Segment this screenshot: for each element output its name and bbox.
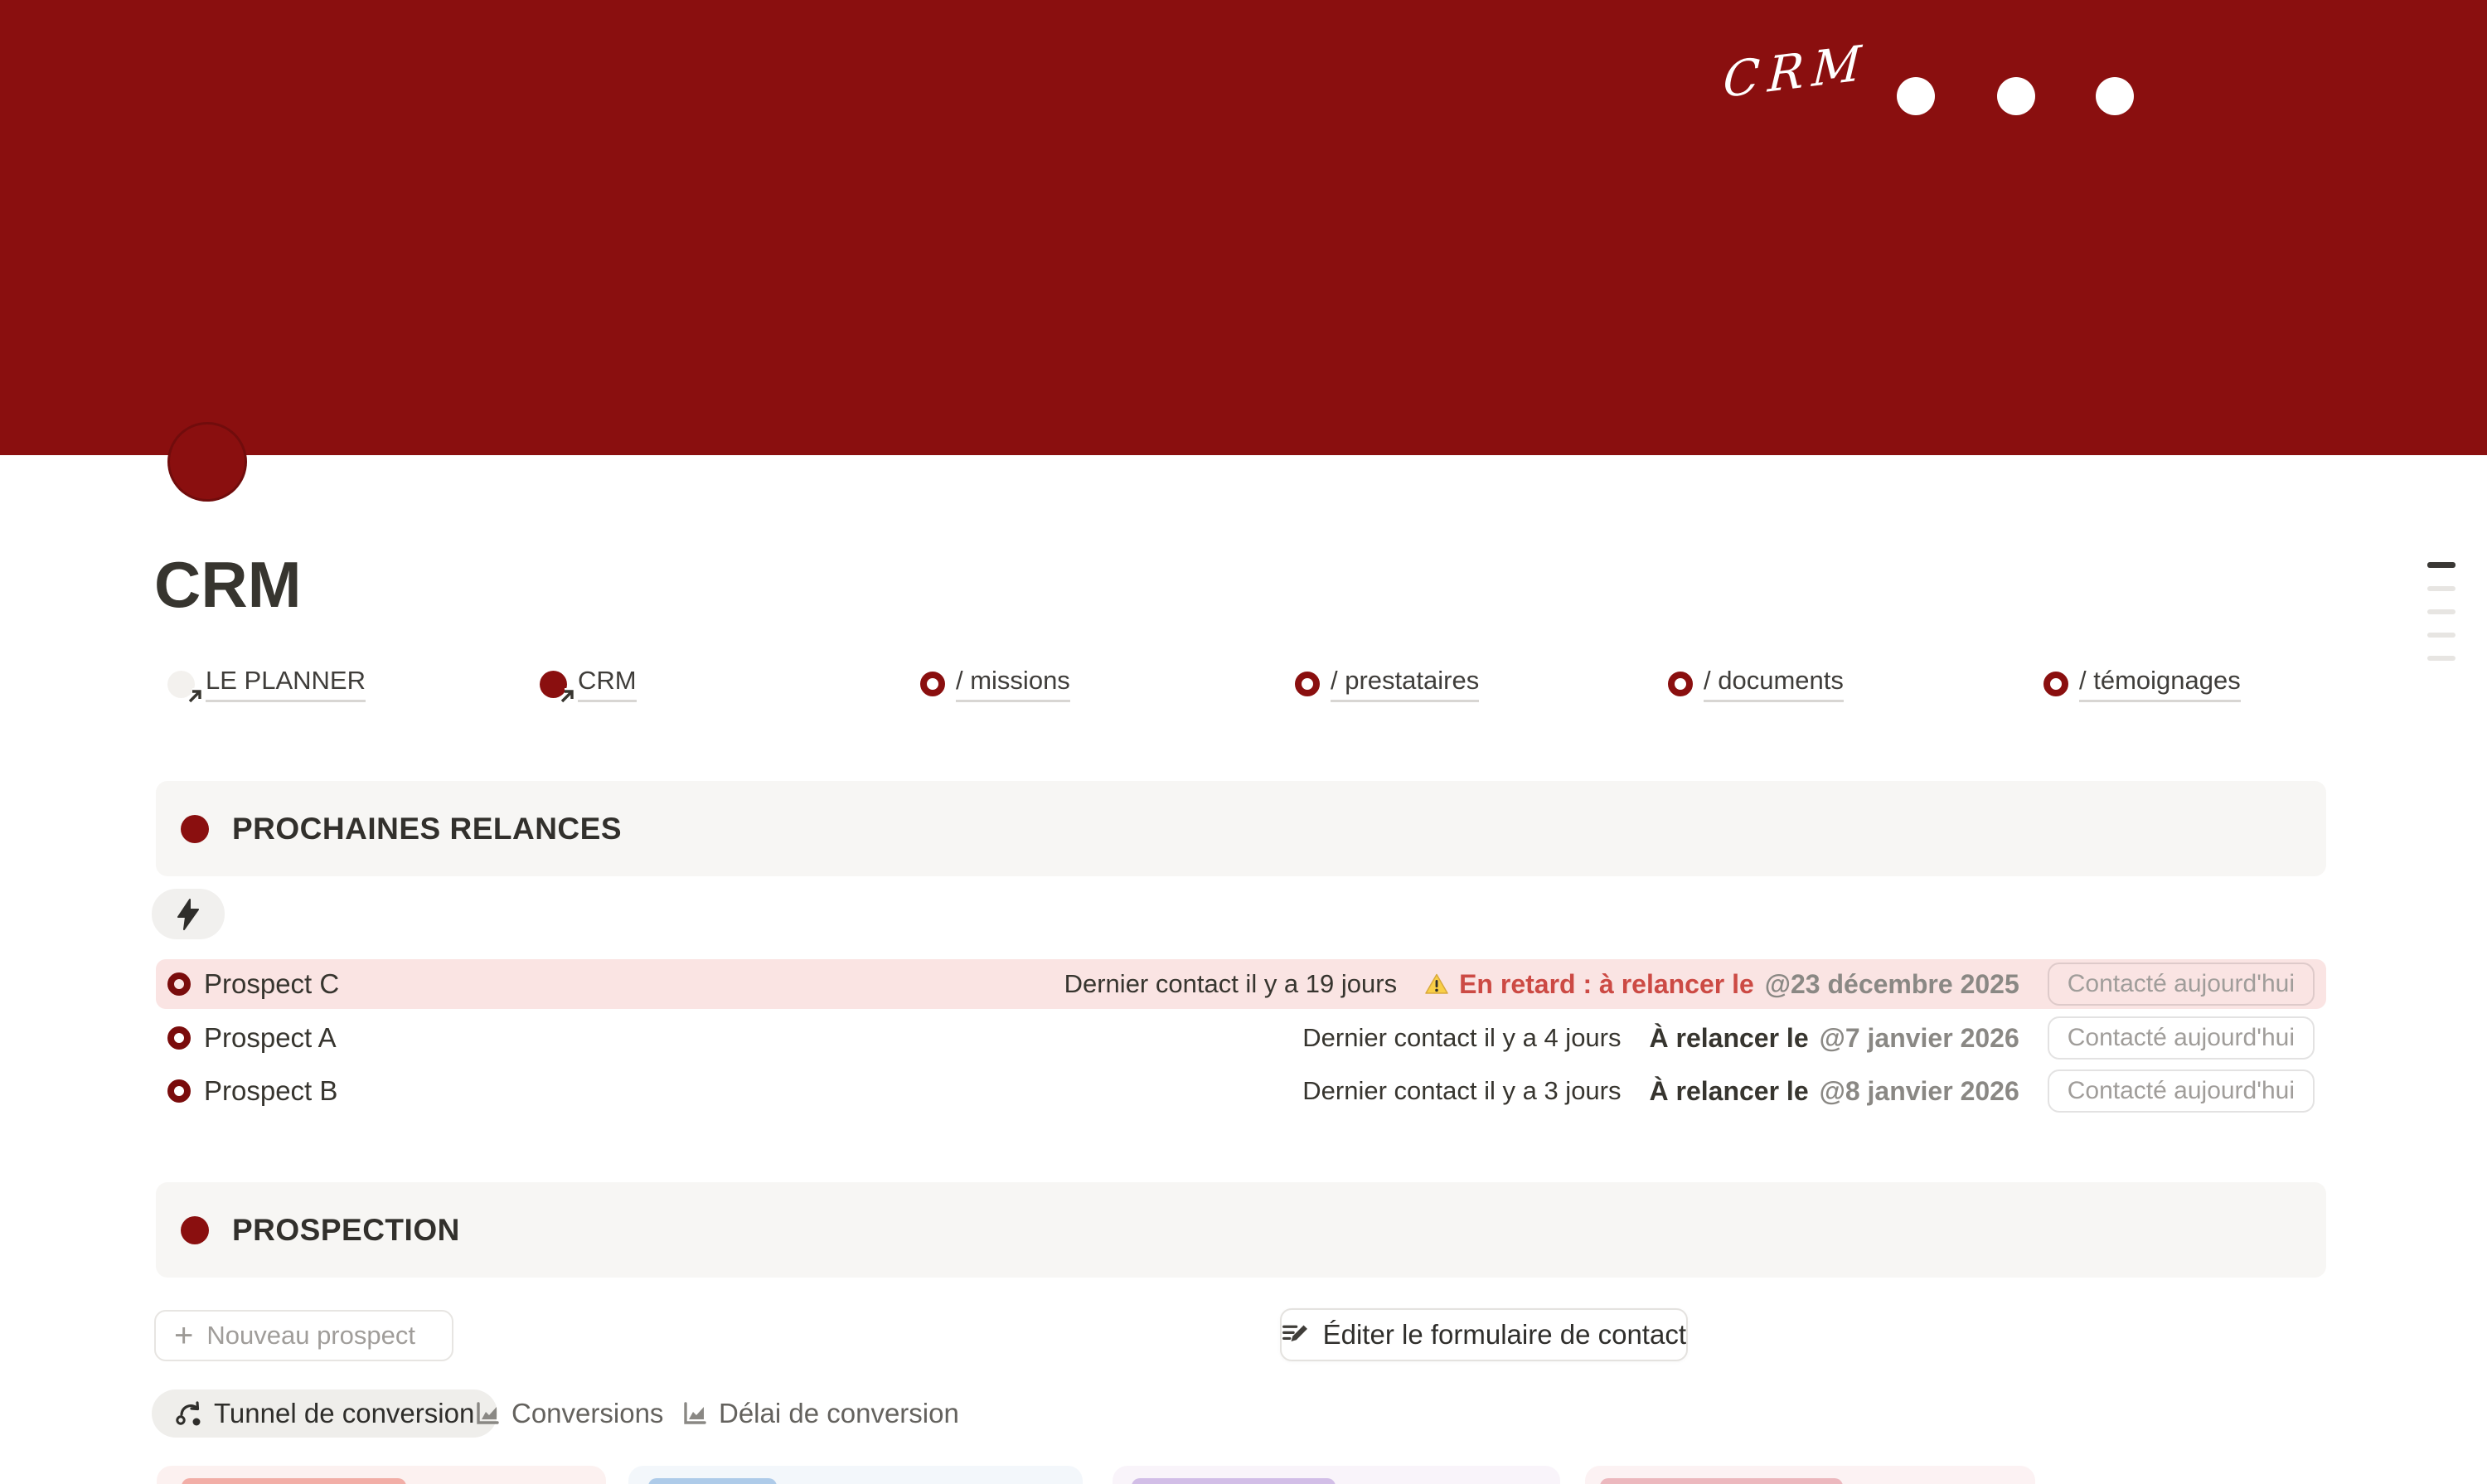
relance-date[interactable]: @8 janvier 2026: [1820, 1076, 2019, 1107]
tab-tunnel-de-conversion[interactable]: Tunnel de conversion: [152, 1389, 497, 1438]
page-circle-icon: [540, 671, 567, 698]
ring-icon: [1295, 672, 1320, 696]
tab-label: Tunnel de conversion: [214, 1398, 474, 1429]
last-contact-text: Dernier contact il y a 4 jours: [1302, 1023, 1621, 1053]
funnel-bar: [1132, 1478, 1336, 1484]
funnel-stage-card: [157, 1466, 606, 1484]
nav-link-prestataires[interactable]: / prestataires: [1295, 665, 1479, 703]
outline-dash[interactable]: [2427, 562, 2455, 568]
arrow-up-right-icon: [185, 686, 205, 706]
relance-status-label: À relancer le: [1650, 1023, 1809, 1054]
section-title: PROCHAINES RELANCES: [232, 812, 622, 846]
prospect-name[interactable]: Prospect C: [204, 968, 339, 1000]
nav-link-temoignages[interactable]: / témoignages: [2043, 665, 2241, 703]
nav-link-le-planner[interactable]: LE PLANNER: [167, 665, 366, 703]
nav-link-label: / prestataires: [1331, 666, 1479, 702]
outline-dash[interactable]: [2427, 609, 2455, 614]
relance-date[interactable]: @23 décembre 2025: [1765, 969, 2019, 1000]
contacted-today-button[interactable]: Contacté aujourd'hui: [2048, 1016, 2315, 1060]
page-circle-icon: [167, 671, 195, 698]
edit-form-icon: [1282, 1321, 1310, 1349]
prospect-name[interactable]: Prospect A: [204, 1022, 337, 1054]
page-title: CRM: [154, 550, 302, 618]
outline-dash[interactable]: [2427, 656, 2455, 661]
nav-link-label: / témoignages: [2079, 666, 2241, 702]
ring-icon: [2043, 672, 2068, 696]
crm-script-logo: CRM: [1722, 34, 1871, 109]
ring-icon: [167, 972, 191, 996]
ring-icon: [920, 672, 945, 696]
contacted-today-button[interactable]: Contacté aujourd'hui: [2048, 1069, 2315, 1113]
nav-link-label: / missions: [956, 666, 1070, 702]
funnel-stage-card: [1585, 1466, 2035, 1484]
outline-dash[interactable]: [2427, 586, 2455, 591]
red-dot-icon: [181, 1216, 209, 1244]
nav-link-missions[interactable]: / missions: [920, 665, 1070, 703]
banner-dot-button-2[interactable]: [1997, 77, 2035, 115]
arrow-up-right-icon: [557, 686, 577, 706]
relance-status-label: En retard : à relancer le: [1459, 969, 1754, 1000]
nav-link-documents[interactable]: / documents: [1668, 665, 1844, 703]
nav-link-label: LE PLANNER: [206, 666, 366, 702]
nav-link-crm[interactable]: CRM: [540, 665, 637, 703]
prospect-row[interactable]: Prospect A Dernier contact il y a 4 jour…: [156, 1013, 2326, 1063]
funnel-bar: [648, 1478, 777, 1484]
tab-label: Conversions: [511, 1398, 663, 1429]
funnel-stage-card: [628, 1466, 1083, 1484]
nav-link-label: CRM: [578, 666, 637, 702]
nav-link-label: / documents: [1704, 666, 1844, 702]
relance-date[interactable]: @7 janvier 2026: [1820, 1023, 2019, 1054]
edit-form-button[interactable]: Éditer le formulaire de contact: [1280, 1308, 1688, 1361]
new-prospect-label: Nouveau prospect: [206, 1321, 415, 1351]
tab-delai-de-conversion[interactable]: Délai de conversion: [682, 1389, 959, 1438]
contacted-today-button[interactable]: Contacté aujourd'hui: [2048, 963, 2315, 1006]
warning-icon: [1425, 973, 1448, 995]
tab-label: Délai de conversion: [719, 1398, 959, 1429]
cover-banner: CRM: [0, 0, 2487, 455]
section-relances-callout: PROCHAINES RELANCES: [156, 781, 2326, 876]
ring-icon: [1668, 672, 1693, 696]
banner-dot-button-1[interactable]: [1897, 77, 1935, 115]
tab-conversions[interactable]: Conversions: [475, 1389, 663, 1438]
bar-chart-icon: [682, 1401, 707, 1426]
edit-form-label: Éditer le formulaire de contact: [1323, 1319, 1686, 1351]
section-title: PROSPECTION: [232, 1213, 460, 1248]
prospect-row[interactable]: Prospect C Dernier contact il y a 19 jou…: [156, 959, 2326, 1009]
crm-page: CRM CRM LE PLANNER CRM / missions: [0, 0, 2487, 1484]
funnel-bar: [182, 1478, 406, 1484]
ring-icon: [167, 1079, 191, 1103]
funnel-bar: [1600, 1478, 1843, 1484]
new-prospect-button[interactable]: + Nouveau prospect: [154, 1310, 453, 1361]
outline-indicator[interactable]: [2427, 562, 2455, 679]
relance-status-label: À relancer le: [1650, 1076, 1809, 1107]
page-icon[interactable]: [167, 422, 247, 502]
last-contact-text: Dernier contact il y a 3 jours: [1302, 1076, 1621, 1106]
lightning-bolt-icon: [176, 899, 201, 930]
funnel-stage-card: [1113, 1466, 1560, 1484]
plus-icon: +: [174, 1319, 193, 1352]
outline-dash[interactable]: [2427, 633, 2455, 638]
automation-button[interactable]: [152, 889, 225, 939]
red-dot-icon: [181, 815, 209, 843]
funnel-flow-icon: [175, 1401, 201, 1426]
last-contact-text: Dernier contact il y a 19 jours: [1064, 969, 1397, 999]
prospect-row[interactable]: Prospect B Dernier contact il y a 3 jour…: [156, 1066, 2326, 1116]
prospect-name[interactable]: Prospect B: [204, 1075, 337, 1107]
banner-dot-button-3[interactable]: [2096, 77, 2134, 115]
ring-icon: [167, 1026, 191, 1050]
section-prospection-callout: PROSPECTION: [156, 1182, 2326, 1278]
bar-chart-icon: [475, 1401, 500, 1426]
